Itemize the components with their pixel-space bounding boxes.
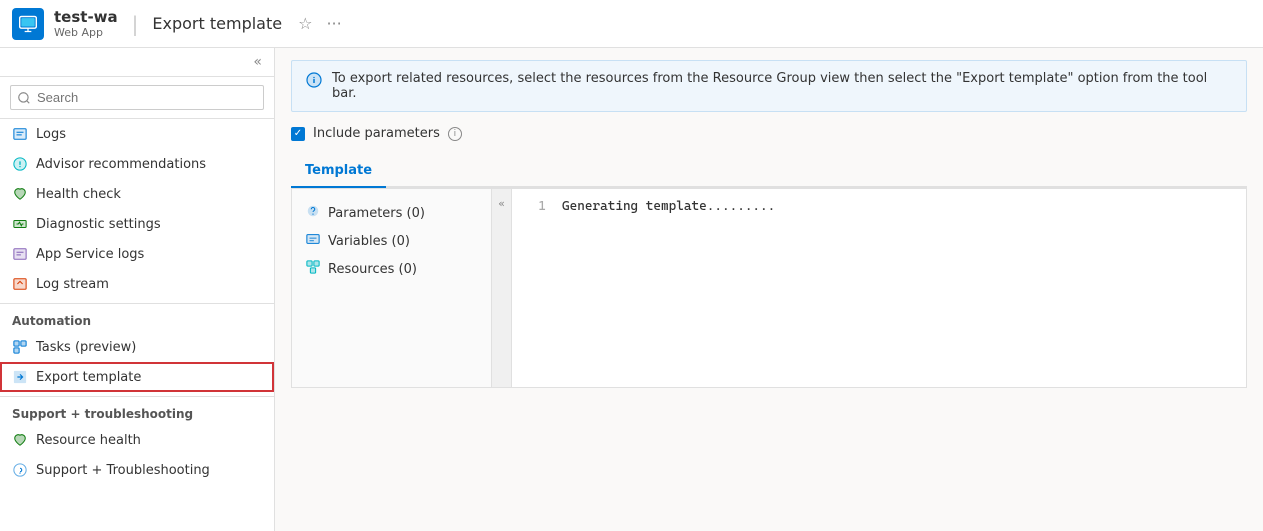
variables-icon xyxy=(306,232,320,250)
sidebar-item-label-resource-health: Resource health xyxy=(36,433,141,448)
sidebar-item-label-log-stream: Log stream xyxy=(36,277,109,292)
tab-template[interactable]: Template xyxy=(291,155,386,188)
main-content: To export related resources, select the … xyxy=(275,48,1263,531)
sidebar-item-log-stream[interactable]: Log stream xyxy=(0,269,274,299)
topbar-resource-info: test-wa Web App xyxy=(54,8,118,39)
logs-icon xyxy=(12,126,28,142)
resources-icon xyxy=(306,260,320,278)
sidebar-item-app-service-logs[interactable]: App Service logs xyxy=(0,239,274,269)
collapse-sidebar-button[interactable]: « xyxy=(247,52,268,72)
line-content-1: Generating template......... xyxy=(562,199,775,214)
advisor-icon xyxy=(12,156,28,172)
support-icon xyxy=(12,462,28,478)
sidebar-item-label-app-service-logs: App Service logs xyxy=(36,247,144,262)
log-stream-icon xyxy=(12,276,28,292)
sidebar-item-export-template[interactable]: Export template xyxy=(0,362,274,392)
tree-item-parameters[interactable]: Parameters (0) xyxy=(292,199,491,227)
sidebar-item-advisor[interactable]: Advisor recommendations xyxy=(0,149,274,179)
sidebar-item-label-diagnostic: Diagnostic settings xyxy=(36,217,161,232)
info-banner: To export related resources, select the … xyxy=(291,60,1247,112)
resource-icon xyxy=(12,8,44,40)
sidebar-item-label-health: Health check xyxy=(36,187,121,202)
sidebar-item-label-export-template: Export template xyxy=(36,370,141,385)
sidebar-search-container xyxy=(0,77,274,119)
tree-item-variables-label: Variables (0) xyxy=(328,234,410,249)
template-tree-panel: Parameters (0) Variables (0) Resources (… xyxy=(292,189,492,387)
resource-health-icon xyxy=(12,432,28,448)
code-line-1: 1 Generating template......... xyxy=(526,199,1232,214)
content-area: To export related resources, select the … xyxy=(275,48,1263,531)
sidebar-item-resource-health[interactable]: Resource health xyxy=(0,425,274,455)
template-area: Parameters (0) Variables (0) Resources (… xyxy=(291,188,1247,388)
tree-item-parameters-label: Parameters (0) xyxy=(328,206,425,221)
resource-subtitle: Web App xyxy=(54,26,118,39)
diagnostic-icon xyxy=(12,216,28,232)
template-code-area: 1 Generating template......... xyxy=(512,189,1246,387)
tasks-icon xyxy=(12,339,28,355)
topbar-divider: | xyxy=(132,12,139,36)
sidebar: « Logs Advisor recommendations xyxy=(0,48,275,531)
sidebar-item-label-tasks: Tasks (preview) xyxy=(36,340,136,355)
section-automation: Automation xyxy=(0,303,274,332)
topbar: test-wa Web App | Export template ☆ ··· xyxy=(0,0,1263,48)
app-service-logs-icon xyxy=(12,246,28,262)
include-params-info-icon[interactable]: i xyxy=(448,127,462,141)
sidebar-item-label-support: Support + Troubleshooting xyxy=(36,463,210,478)
sidebar-item-label-advisor: Advisor recommendations xyxy=(36,157,206,172)
tree-item-resources[interactable]: Resources (0) xyxy=(292,255,491,283)
panel-collapse-button[interactable]: « xyxy=(492,189,512,387)
sidebar-collapse-area: « xyxy=(0,48,274,77)
info-banner-text: To export related resources, select the … xyxy=(332,71,1232,101)
export-template-icon xyxy=(12,369,28,385)
more-options-icon[interactable]: ··· xyxy=(326,14,341,33)
info-banner-icon xyxy=(306,72,322,92)
health-check-icon xyxy=(12,186,28,202)
sidebar-item-logs[interactable]: Logs xyxy=(0,119,274,149)
search-input[interactable] xyxy=(10,85,264,110)
tree-item-resources-label: Resources (0) xyxy=(328,262,417,277)
include-params-checkbox[interactable] xyxy=(291,127,305,141)
section-support: Support + troubleshooting xyxy=(0,396,274,425)
sidebar-item-health-check[interactable]: Health check xyxy=(0,179,274,209)
sidebar-item-tasks[interactable]: Tasks (preview) xyxy=(0,332,274,362)
tree-item-variables[interactable]: Variables (0) xyxy=(292,227,491,255)
sidebar-item-diagnostic[interactable]: Diagnostic settings xyxy=(0,209,274,239)
parameters-icon xyxy=(306,204,320,222)
include-params-label: Include parameters xyxy=(313,126,440,141)
topbar-page-title: Export template xyxy=(152,14,282,33)
line-number-1: 1 xyxy=(526,199,546,214)
resource-name: test-wa xyxy=(54,8,118,26)
sidebar-item-label-logs: Logs xyxy=(36,127,66,142)
include-parameters-row: Include parameters i xyxy=(291,126,1247,141)
sidebar-item-support-troubleshooting[interactable]: Support + Troubleshooting xyxy=(0,455,274,485)
main-layout: « Logs Advisor recommendations xyxy=(0,48,1263,531)
favorite-star-icon[interactable]: ☆ xyxy=(298,14,312,33)
tabs-bar: Template xyxy=(291,155,1247,188)
sidebar-scroll-area[interactable]: Logs Advisor recommendations Health chec… xyxy=(0,119,274,531)
